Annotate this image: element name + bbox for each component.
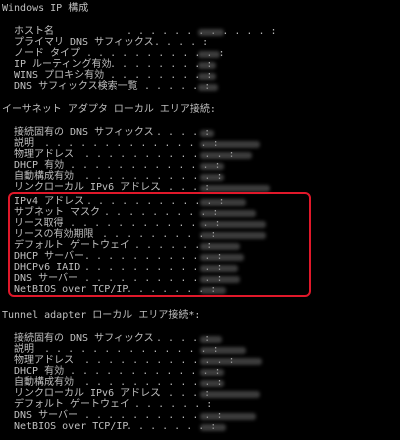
row-label: ホスト名 xyxy=(14,26,54,37)
redacted-value xyxy=(200,424,226,431)
row-label: NetBIOS over TCP/IP xyxy=(14,421,129,432)
tunnel-adapter-title: Tunnel adapter ローカル エリア接続*: xyxy=(2,310,201,321)
row-label: 自動構成有効 xyxy=(14,377,74,388)
row-label: 物理アドレス xyxy=(14,149,74,160)
row-label: DHCP 有効 xyxy=(14,366,65,377)
windows-ip-config-title: Windows IP 構成 xyxy=(2,3,89,14)
ethernet-adapter-title: イーサネット アダプタ ローカル エリア接続: xyxy=(2,104,216,115)
row-label: DNS サーバー xyxy=(14,410,78,421)
redacted-value xyxy=(200,358,262,365)
row-dots: . . . . . . . . : xyxy=(110,59,213,70)
config-row: NetBIOS over TCP/IP. . . . . . . : xyxy=(14,421,216,433)
row-dots: . . . . . . . . . . . . . . : xyxy=(44,138,219,149)
redacted-value xyxy=(200,391,260,398)
redacted-value xyxy=(200,347,246,354)
redacted-value xyxy=(200,174,224,181)
row-label: 接続固有の DNS サフィックス xyxy=(14,127,154,138)
row-label: ノード タイプ xyxy=(14,48,81,59)
row-label: 接続固有の DNS サフィックス xyxy=(14,333,154,344)
command-prompt-window: Windows IP 構成 ホスト名 . . . . . . . . . . . … xyxy=(0,0,400,440)
redacted-value xyxy=(200,369,224,376)
row-label: 説明 xyxy=(14,138,34,149)
redacted-value xyxy=(200,413,256,420)
redacted-value xyxy=(200,380,224,387)
redacted-value xyxy=(198,62,216,69)
row-label: IP ルーティング有効 xyxy=(14,59,112,70)
row-label: プライマリ DNS サフィックス xyxy=(14,37,154,48)
redacted-value xyxy=(200,336,222,343)
redacted-value xyxy=(198,51,220,58)
row-dots: . . . . . . . . : xyxy=(110,70,213,81)
redacted-value xyxy=(198,84,218,91)
row-label: 自動構成有効 xyxy=(14,171,74,182)
row-label: 説明 xyxy=(14,344,34,355)
highlight-box xyxy=(8,192,311,297)
row-dots: . . . . . . . . . . . . : xyxy=(70,366,221,377)
config-row: DNS サフィックス検索一覧. . . . . : xyxy=(14,81,210,93)
row-label: リンクローカル IPv6 アドレス xyxy=(14,388,161,399)
row-dots: . . . . . . . . . . . . : xyxy=(70,160,221,171)
row-label: DNS サフィックス検索一覧 xyxy=(14,81,138,92)
row-label: デフォルト ゲートウェイ xyxy=(14,399,131,410)
redacted-value xyxy=(200,141,260,148)
row-label: DHCP 有効 xyxy=(14,160,65,171)
row-label: WINS プロキシ有効 xyxy=(14,70,105,81)
redacted-value xyxy=(200,185,270,192)
row-dots: . . . . . . . . . . . . . . : xyxy=(44,344,219,355)
redacted-value xyxy=(200,163,224,170)
row-dots: . . . . : xyxy=(154,37,209,48)
redacted-value xyxy=(198,73,216,80)
redacted-value xyxy=(198,29,224,36)
redacted-value xyxy=(200,152,252,159)
row-dots: . . . . . . : xyxy=(134,399,213,410)
row-label: 物理アドレス xyxy=(14,355,74,366)
redacted-value xyxy=(200,130,214,137)
